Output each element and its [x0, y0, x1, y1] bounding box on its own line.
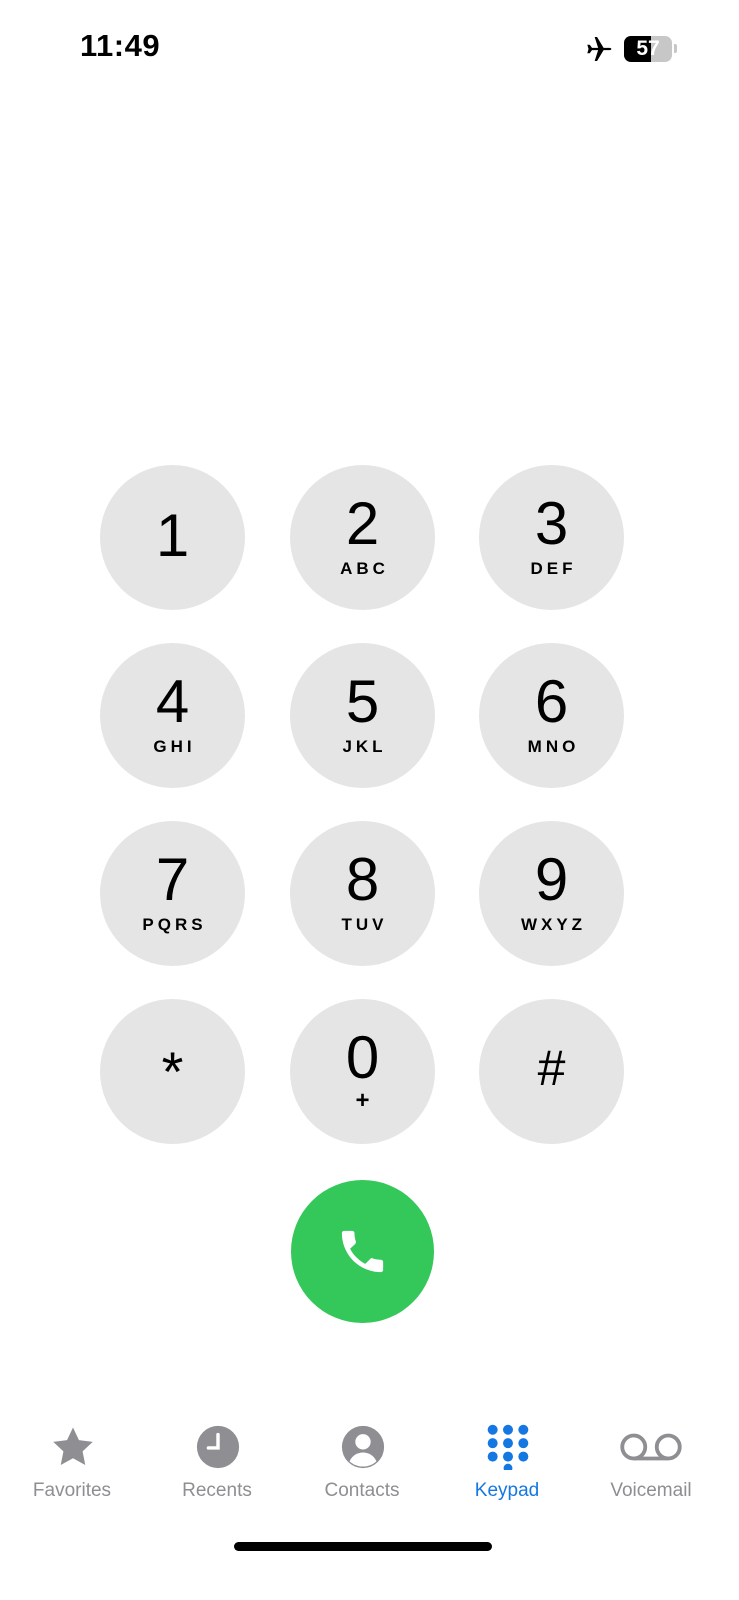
- key-4[interactable]: 4 GHI: [100, 643, 245, 788]
- key-digit: 9: [534, 846, 569, 913]
- clock-icon: [196, 1425, 240, 1469]
- key-letters: WXYZ: [520, 915, 587, 934]
- tab-label: Voicemail: [610, 1480, 692, 1501]
- key-digit: *: [161, 1040, 184, 1103]
- call-button[interactable]: [291, 1180, 434, 1323]
- star-icon: [53, 1427, 93, 1466]
- key-star[interactable]: *: [100, 999, 245, 1144]
- tab-label: Keypad: [474, 1480, 540, 1501]
- keypad-icon: [487, 1424, 529, 1470]
- key-9[interactable]: 9 WXYZ: [479, 821, 624, 966]
- tab-recents[interactable]: Recents: [147, 1418, 287, 1508]
- key-1[interactable]: 1: [100, 465, 245, 610]
- key-digit: 5: [345, 668, 380, 735]
- key-5[interactable]: 5 JKL: [290, 643, 435, 788]
- tab-favorites[interactable]: Favorites: [2, 1418, 142, 1508]
- key-digit: 3: [534, 490, 569, 557]
- key-digit: 7: [155, 846, 190, 913]
- key-digit: 0: [345, 1024, 380, 1091]
- battery-indicator: 57: [624, 36, 672, 62]
- key-6[interactable]: 6 MNO: [479, 643, 624, 788]
- tab-keypad[interactable]: Keypad: [437, 1418, 577, 1508]
- key-letters: PQRS: [142, 915, 207, 934]
- key-digit: 6: [534, 668, 569, 735]
- key-digit: 1: [155, 502, 190, 569]
- voicemail-icon: [620, 1433, 682, 1461]
- key-digit: 2: [345, 490, 380, 557]
- key-hash[interactable]: #: [479, 999, 624, 1144]
- tab-label: Recents: [182, 1480, 252, 1501]
- phone-icon: [341, 1230, 384, 1273]
- key-letters: TUV: [341, 915, 388, 934]
- key-2[interactable]: 2 ABC: [290, 465, 435, 610]
- key-3[interactable]: 3 DEF: [479, 465, 624, 610]
- key-digit: 8: [345, 846, 380, 913]
- key-letters: MNO: [527, 737, 580, 756]
- tab-label: Favorites: [32, 1480, 112, 1501]
- key-letters: DEF: [530, 559, 577, 578]
- key-8[interactable]: 8 TUV: [290, 821, 435, 966]
- person-icon: [341, 1425, 385, 1469]
- key-digit: #: [537, 1040, 566, 1096]
- battery-cap: [674, 44, 677, 53]
- key-0[interactable]: 0 +: [290, 999, 435, 1144]
- tab-contacts[interactable]: Contacts: [292, 1418, 432, 1508]
- key-letters: ABC: [340, 559, 389, 578]
- key-7[interactable]: 7 PQRS: [100, 821, 245, 966]
- airplane-icon: [587, 37, 612, 61]
- key-letters: GHI: [153, 737, 196, 756]
- key-letters: JKL: [342, 737, 387, 756]
- key-digit: 4: [155, 668, 190, 735]
- tab-label: Contacts: [324, 1480, 400, 1501]
- home-indicator[interactable]: [234, 1542, 492, 1551]
- status-time: 11:49: [80, 28, 161, 63]
- battery-level: 57: [636, 37, 660, 60]
- key-letters: +: [355, 1087, 370, 1114]
- tab-voicemail[interactable]: Voicemail: [581, 1418, 721, 1508]
